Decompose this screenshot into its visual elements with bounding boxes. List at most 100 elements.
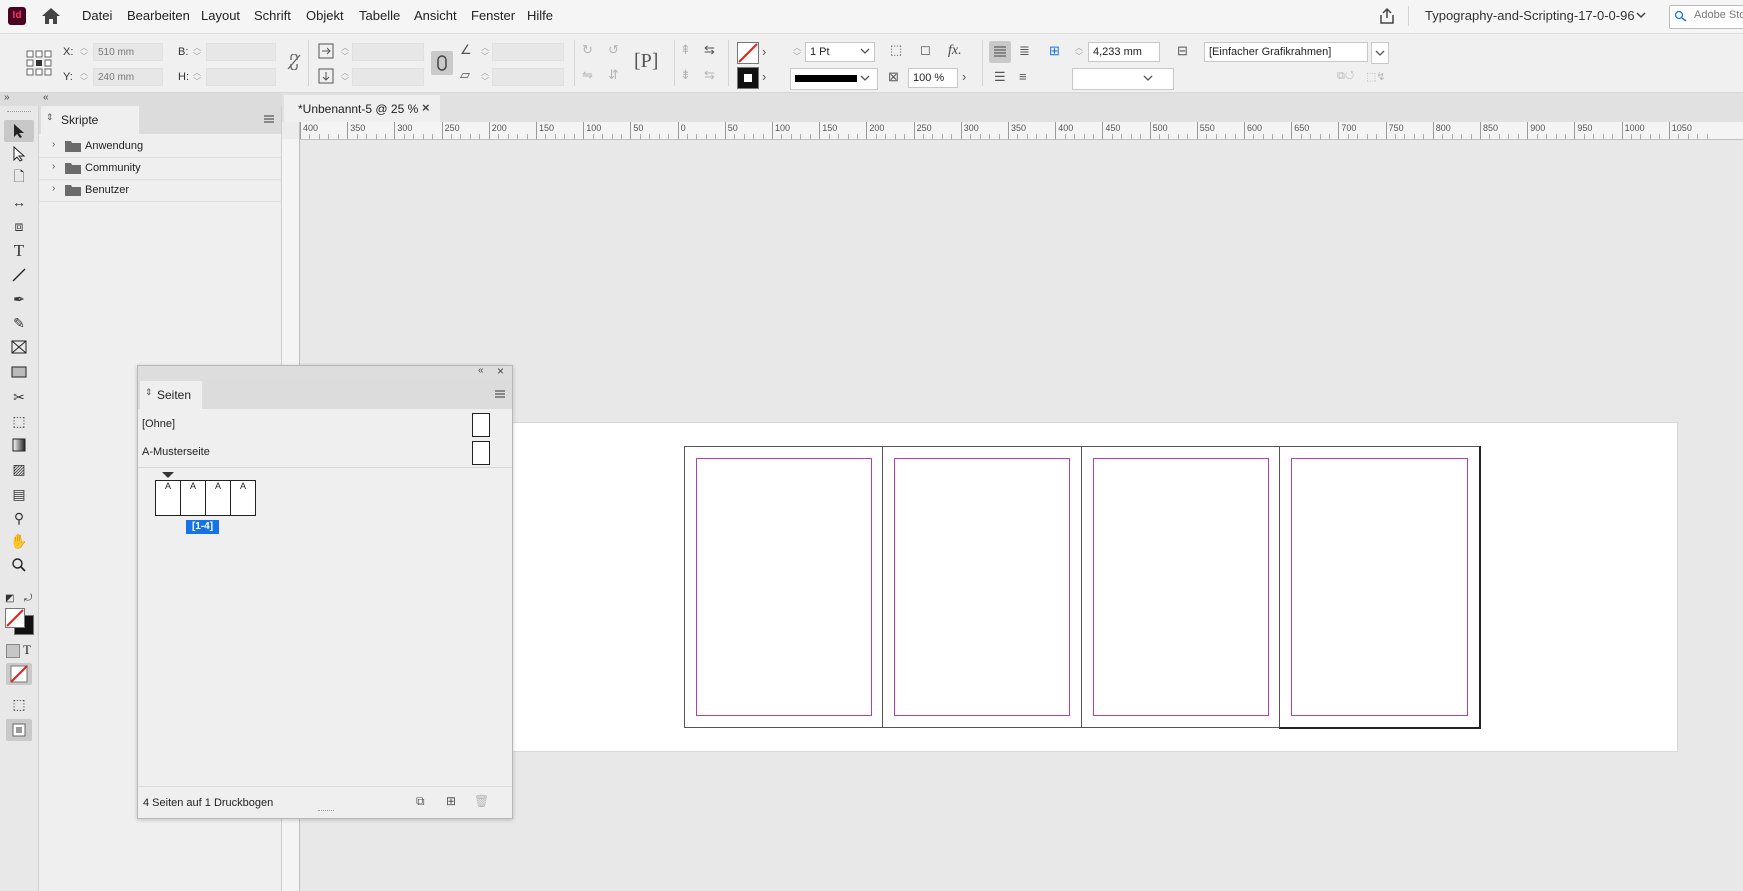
pages-panel-titlebar[interactable]: « × <box>138 364 512 380</box>
pen-tool-icon[interactable]: ✒ <box>4 288 34 310</box>
select-content-icon[interactable]: ⇆ <box>704 42 715 58</box>
menu-datei[interactable]: Datei <box>82 8 112 23</box>
fill-color-swatch[interactable] <box>5 608 25 628</box>
gap-tool-icon[interactable]: ↔ <box>4 191 34 213</box>
new-page-icon[interactable]: ⊞ <box>446 794 456 808</box>
master-thumbnail[interactable] <box>472 441 490 465</box>
type-tool-icon[interactable]: T <box>4 240 34 262</box>
page-2[interactable] <box>882 446 1082 728</box>
clear-style-icon[interactable]: ⬚↯ <box>1366 70 1386 83</box>
eyedropper-tool-icon[interactable]: ⚲ <box>4 507 34 529</box>
page-thumbnail-2[interactable]: A <box>180 480 206 516</box>
object-style-dropdown[interactable] <box>1371 42 1389 64</box>
x-field[interactable]: 510 mm <box>93 43 163 61</box>
chevron-down-icon[interactable] <box>1636 11 1646 19</box>
swap-colors-icon[interactable]: ⤾ <box>24 593 32 604</box>
spread-label[interactable]: [1-4] <box>186 520 219 534</box>
selection-tool-icon[interactable] <box>4 120 34 142</box>
chevron-down-icon[interactable] <box>1143 74 1153 82</box>
formatting-container-icon[interactable] <box>6 644 20 658</box>
chevron-right-icon[interactable]: › <box>52 183 55 194</box>
hand-tool-icon[interactable]: ✋ <box>4 530 34 552</box>
rotate-stepper[interactable]: ︿ ﹀ <box>480 43 490 61</box>
free-transform-tool-icon[interactable]: ⬚ <box>4 410 34 432</box>
collapse-icon[interactable]: « <box>478 365 484 376</box>
page-thumbnail-1[interactable]: A <box>155 480 181 516</box>
text-wrap-box-icon[interactable]: ≣ <box>1019 43 1030 59</box>
link-scale-icon[interactable] <box>431 51 453 75</box>
panel-menu-icon[interactable] <box>494 389 506 399</box>
zoom-tool-icon[interactable] <box>4 554 34 576</box>
y-stepper[interactable]: ︿ ﹀ <box>79 68 89 86</box>
opacity-arrow-icon[interactable]: › <box>962 69 966 84</box>
constrain-proportions-icon[interactable] <box>287 54 301 70</box>
flip-horizontal-icon[interactable]: ⇋ <box>582 67 593 83</box>
page-3[interactable] <box>1081 446 1281 728</box>
opacity-field[interactable]: 100 % <box>908 68 958 88</box>
page-4[interactable] <box>1279 446 1481 729</box>
text-wrap-jump-icon[interactable]: ≡ <box>1019 69 1027 84</box>
width-field[interactable] <box>206 43 276 61</box>
offset-stepper[interactable]: ︿ ﹀ <box>1074 43 1084 61</box>
folder-row-anwendung[interactable]: › Anwendung <box>39 136 281 158</box>
menu-hilfe[interactable]: Hilfe <box>527 8 553 23</box>
resize-grip-icon[interactable] <box>318 810 334 814</box>
home-icon[interactable] <box>40 6 62 26</box>
gradient-feather-tool-icon[interactable]: ▨ <box>4 458 34 480</box>
share-icon[interactable] <box>1378 7 1396 25</box>
page-thumbnail-4[interactable]: A <box>230 480 256 516</box>
tab-pages[interactable]: ⇕ Seiten <box>140 381 202 409</box>
ruler-origin[interactable] <box>282 122 300 140</box>
scissors-tool-icon[interactable]: ✂ <box>4 386 34 408</box>
y-field[interactable]: 240 mm <box>93 68 163 86</box>
formatting-text-icon[interactable]: T <box>23 642 31 658</box>
stroke-swatch[interactable] <box>737 67 759 89</box>
menu-fenster[interactable]: Fenster <box>471 8 515 23</box>
clear-overrides-icon[interactable]: ⧉↺ <box>1337 70 1354 83</box>
close-icon[interactable]: × <box>497 364 504 378</box>
scale-y-stepper[interactable]: ︿ ﹀ <box>340 68 350 86</box>
rotate-angle-icon[interactable]: ∠ <box>460 42 472 58</box>
menu-objekt[interactable]: Objekt <box>306 8 344 23</box>
menu-bearbeiten[interactable]: Bearbeiten <box>127 8 190 23</box>
fill-arrow-icon[interactable]: › <box>762 44 766 59</box>
tab-scripts[interactable]: ⇕ Skripte <box>41 106 139 134</box>
rectangle-tool-icon[interactable] <box>4 361 34 383</box>
menu-layout[interactable]: Layout <box>201 8 240 23</box>
rotate-ccw-icon[interactable]: ↺ <box>608 42 619 58</box>
shear-angle-icon[interactable]: ▱ <box>460 67 470 83</box>
offset-field[interactable]: 4,233 mm <box>1088 42 1160 62</box>
page-1[interactable] <box>684 446 884 728</box>
gradient-swatch-tool-icon[interactable] <box>4 434 34 456</box>
text-wrap-shape-icon[interactable]: ☰ <box>994 69 1006 85</box>
screen-mode-icon[interactable]: ⬚ <box>4 693 34 715</box>
default-colors-icon[interactable]: ◩ <box>5 593 14 604</box>
select-previous-icon[interactable]: ⇟ <box>680 67 691 83</box>
scale-y-field[interactable] <box>352 68 424 86</box>
x-stepper[interactable]: ︿ ﹀ <box>79 43 89 61</box>
chevron-right-icon[interactable]: › <box>52 161 55 172</box>
page-thumbnail-3[interactable]: A <box>205 480 231 516</box>
shear-field[interactable] <box>492 68 564 86</box>
document-tab[interactable]: *Unbenannt-5 @ 25 % × <box>284 95 440 122</box>
search-input[interactable]: Adobe Sto <box>1669 5 1743 29</box>
height-stepper[interactable]: ︿ ﹀ <box>192 68 202 86</box>
content-collector-icon[interactable]: ⧈ <box>4 215 34 237</box>
close-icon[interactable]: × <box>422 100 430 115</box>
stroke-arrow-icon[interactable]: › <box>762 69 766 84</box>
flip-vertical-icon[interactable]: ⇵ <box>608 67 619 83</box>
folder-row-benutzer[interactable]: › Benutzer <box>39 180 281 202</box>
frame-fitting-icon[interactable]: ⊞ <box>1049 43 1060 59</box>
grip-icon[interactable] <box>7 111 31 114</box>
scale-x-field[interactable] <box>352 43 424 61</box>
scale-y-icon[interactable] <box>318 68 334 84</box>
direct-selection-tool-icon[interactable] <box>4 143 34 165</box>
expand-tools-icon[interactable]: » <box>4 92 10 103</box>
rotate-field[interactable] <box>492 43 564 61</box>
paragraph-icon[interactable]: [P] <box>634 50 658 73</box>
chevron-right-icon[interactable]: › <box>52 139 55 150</box>
menu-schrift[interactable]: Schrift <box>254 8 291 23</box>
rectangle-frame-tool-icon[interactable] <box>4 336 34 358</box>
select-container-icon[interactable]: ⇞ <box>680 42 691 58</box>
page-tool-icon[interactable]: 🗋 <box>4 167 34 189</box>
